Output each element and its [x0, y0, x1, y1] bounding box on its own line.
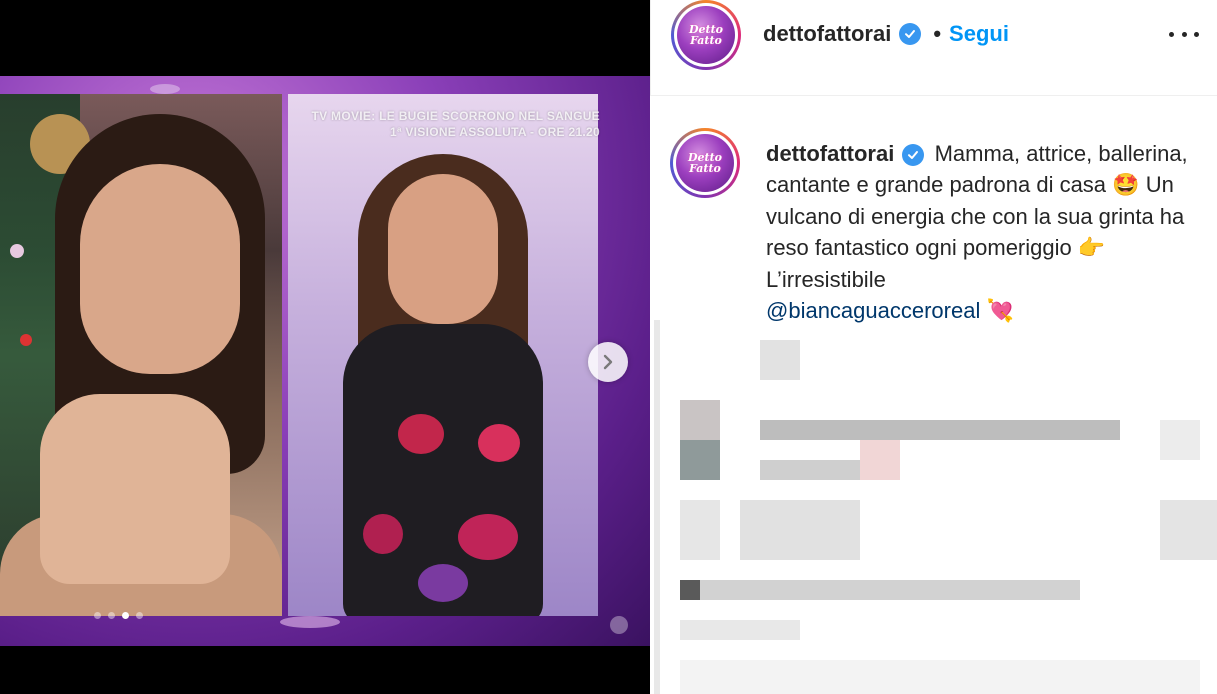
carousel-dot-active	[122, 612, 129, 619]
caption-avatar[interactable]: Detto Fatto	[670, 128, 740, 198]
post-caption: dettofattorai Mamma, attrice, ballerina,…	[766, 138, 1206, 327]
caption-text-3: L’irresistibile	[766, 267, 886, 292]
header-username[interactable]: dettofattorai	[763, 21, 891, 47]
avatar-text-line2: Fatto	[690, 34, 722, 47]
ornament	[20, 334, 32, 346]
header-separator: •	[933, 21, 942, 46]
post-header: Detto Fatto dettofattorai • Segui	[650, 0, 1217, 96]
carousel-image[interactable]: TV MOVIE: LE BUGIE SCORRONO NEL SANGUE 1…	[0, 76, 650, 646]
chevron-right-icon	[603, 354, 613, 370]
tv-banner-line2: 1ª VISIONE ASSOLUTA - ORE 21.20	[389, 125, 600, 139]
avatar-text-line2: Fatto	[689, 162, 721, 175]
mention-link[interactable]: @biancaguacceroreal	[766, 298, 980, 323]
carousel-next-button[interactable]	[588, 342, 628, 382]
dress-flower	[478, 424, 520, 462]
dress-flower	[418, 564, 468, 602]
tv-banner-line1: TV MOVIE: LE BUGIE SCORRONO NEL SANGUE	[311, 109, 600, 123]
carousel-dots	[94, 612, 143, 619]
caption-username[interactable]: dettofattorai	[766, 141, 894, 166]
dress-flower	[398, 414, 444, 454]
carousel-dot	[94, 612, 101, 619]
person-right-face	[388, 174, 498, 324]
verified-badge-icon	[899, 23, 922, 45]
scrollbar[interactable]	[654, 320, 660, 694]
avatar[interactable]: Detto Fatto	[671, 0, 741, 70]
video-frame-left	[0, 94, 282, 616]
video-frame-right	[288, 94, 598, 616]
follow-button[interactable]: Segui	[949, 21, 1009, 47]
verified-badge-icon	[902, 144, 925, 167]
post-media: TV MOVIE: LE BUGIE SCORRONO NEL SANGUE 1…	[0, 0, 650, 694]
ornament	[10, 244, 24, 258]
pointing-right-emoji: 👉	[1077, 236, 1106, 261]
sparkle	[150, 84, 180, 94]
person-left-face	[80, 164, 240, 374]
star-struck-emoji: 🤩	[1112, 173, 1140, 198]
caption-avatar-logo: Detto Fatto	[676, 134, 734, 192]
sparkle	[610, 616, 628, 634]
tv-banner: TV MOVIE: LE BUGIE SCORRONO NEL SANGUE 1…	[240, 108, 600, 140]
carousel-dot	[136, 612, 143, 619]
person-left-hands	[40, 394, 230, 584]
more-options-icon[interactable]	[1169, 24, 1199, 44]
dress-flower	[363, 514, 403, 554]
dress-flower	[458, 514, 518, 560]
sparkle	[280, 616, 340, 628]
header-user-row: dettofattorai • Segui	[763, 18, 1009, 50]
post-sidebar: Detto Fatto dettofattorai • Segui Detto	[650, 0, 1217, 694]
heart-arrow-emoji: 💘	[986, 299, 1014, 324]
carousel-dot	[108, 612, 115, 619]
avatar-logo: Detto Fatto	[677, 6, 735, 64]
